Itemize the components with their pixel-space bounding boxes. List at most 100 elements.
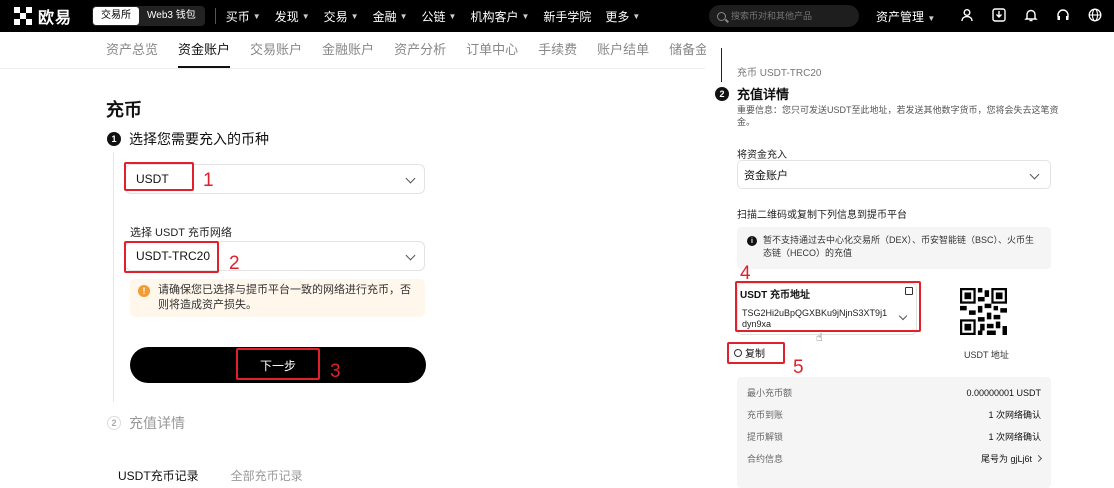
history-tabs: USDT充币记录 全部充币记录 bbox=[118, 467, 303, 484]
page-title: 充币 bbox=[106, 100, 142, 120]
nav-divider bbox=[214, 8, 216, 24]
account-tabs: 资产总览 资金账户 交易账户 金融账户 资产分析 订单中心 手续费 账户结单 储… bbox=[106, 32, 760, 68]
tab-asset-overview[interactable]: 资产总览 bbox=[106, 32, 158, 68]
tab-order-center[interactable]: 订单中心 bbox=[466, 32, 518, 68]
chevron-down-icon: ▼ bbox=[448, 11, 457, 21]
detail-value: 0.00000001 USDT bbox=[966, 387, 1041, 398]
assets-label: 资产管理 bbox=[876, 10, 925, 24]
annotation-number-1: 1 bbox=[203, 170, 214, 191]
contract-value: 尾号为 gjLj6t bbox=[980, 454, 1032, 464]
nav-item-buy[interactable]: 买币 ▼ bbox=[226, 8, 261, 25]
detail-key: 合约信息 bbox=[747, 454, 784, 464]
chevron-down-icon bbox=[405, 250, 416, 261]
chevron-down-icon: ▼ bbox=[301, 11, 310, 21]
annotation-box-4 bbox=[735, 281, 921, 332]
panel-subtitle: 充币 USDT-TRC20 bbox=[737, 68, 822, 79]
chevron-down-icon: ▼ bbox=[521, 11, 530, 21]
detail-value-link[interactable]: 尾号为 gjLj6t bbox=[980, 452, 1043, 465]
chevron-down-icon bbox=[405, 173, 416, 184]
mode-web3-wallet[interactable]: Web3 钱包 bbox=[139, 7, 204, 25]
unsupported-info: i 暂不支持通过去中心化交易所（DEX）、币安智能链（BSC）、火币生态链（HE… bbox=[737, 227, 1051, 269]
annotation-box-2 bbox=[124, 241, 219, 273]
step-2: 2 充值详情 bbox=[107, 413, 185, 433]
warning-icon: ! bbox=[138, 285, 150, 297]
panel-title: 充值详情 bbox=[737, 87, 790, 102]
pointer-cursor-icon: ☝ bbox=[816, 332, 823, 344]
detail-row: 提币解锁 1 次网络确认 bbox=[747, 430, 1041, 443]
globe-icon[interactable] bbox=[1086, 6, 1104, 24]
download-icon[interactable] bbox=[990, 6, 1008, 24]
network-label: 选择 USDT 充币网络 bbox=[130, 227, 232, 239]
scan-label: 扫描二维码或复制下列信息到提币平台 bbox=[737, 210, 907, 221]
headset-icon[interactable] bbox=[1054, 6, 1072, 24]
chevron-down-icon bbox=[1029, 169, 1040, 180]
nav-item-discover[interactable]: 发现 ▼ bbox=[275, 8, 310, 25]
qr-code-icon bbox=[960, 288, 1007, 335]
nav-label: 买币 bbox=[225, 9, 250, 24]
tab-usdt-history[interactable]: USDT充币记录 bbox=[118, 467, 199, 484]
nav-menu: 买币 ▼ 发现 ▼ 交易 ▼ 金融 ▼ 公链 ▼ 机构客户 ▼ 新手学院 更多 ▼ bbox=[226, 8, 641, 25]
step-number: 2 bbox=[715, 86, 729, 101]
nav-item-academy[interactable]: 新手学院 bbox=[543, 8, 591, 25]
tabs-divider bbox=[0, 68, 705, 69]
annotation-box-1 bbox=[124, 162, 194, 191]
search-input[interactable] bbox=[731, 11, 851, 21]
panel-step: 2 充值详情 bbox=[715, 84, 789, 103]
nav-item-more[interactable]: 更多 ▼ bbox=[605, 8, 640, 25]
bell-icon[interactable] bbox=[1022, 6, 1040, 24]
deposit-to-select[interactable]: 资金账户 bbox=[737, 160, 1051, 189]
detail-value: 1 次网络确认 bbox=[988, 410, 1041, 420]
nav-label: 金融 bbox=[372, 9, 397, 24]
nav-label: 发现 bbox=[274, 9, 299, 24]
logo-text: 欧易 bbox=[38, 10, 73, 27]
info-text: 暂不支持通过去中心化交易所（DEX）、币安智能链（BSC）、火币生态链（HECO… bbox=[763, 235, 1035, 258]
deposit-details: 最小充币额 0.00000001 USDT 充币到账 1 次网络确认 提币解锁 1 次… bbox=[737, 377, 1051, 488]
detail-value: 1 次网络确认 bbox=[988, 432, 1041, 442]
chevron-right-icon bbox=[1034, 454, 1043, 463]
search-box[interactable] bbox=[709, 5, 859, 27]
annotation-number-2: 2 bbox=[229, 253, 240, 274]
mode-exchange[interactable]: 交易所 bbox=[93, 7, 140, 25]
mode-switch[interactable]: 交易所 Web3 钱包 bbox=[92, 6, 205, 26]
nav-item-finance[interactable]: 金融 ▼ bbox=[373, 8, 408, 25]
detail-row: 充币到账 1 次网络确认 bbox=[747, 408, 1041, 421]
annotation-box-5 bbox=[727, 342, 785, 364]
important-note: 重要信息：您只可发送USDT至此地址，若发送其他数字货币，您将会失去这笔资金。 bbox=[737, 105, 1059, 127]
deposit-to-label: 将资金充入 bbox=[737, 150, 787, 161]
chevron-down-icon: ▼ bbox=[927, 14, 936, 23]
nav-item-institutional[interactable]: 机构客户 ▼ bbox=[470, 8, 529, 25]
info-icon: i bbox=[747, 236, 757, 246]
deposit-to-value: 资金账户 bbox=[744, 169, 788, 182]
chevron-down-icon: ▼ bbox=[252, 11, 261, 21]
detail-key: 提币解锁 bbox=[747, 432, 784, 442]
pointer-cursor-icon: ☝ bbox=[228, 366, 236, 380]
tab-statements[interactable]: 账户结单 bbox=[597, 32, 649, 68]
tab-trading-account[interactable]: 交易账户 bbox=[250, 32, 302, 68]
nav-item-trade[interactable]: 交易 ▼ bbox=[324, 8, 359, 25]
okx-logo-icon bbox=[14, 7, 32, 25]
tab-fees[interactable]: 手续费 bbox=[538, 32, 577, 68]
qr-label: USDT 地址 bbox=[964, 350, 1009, 360]
chevron-down-icon: ▼ bbox=[399, 11, 408, 21]
annotation-box-3 bbox=[236, 348, 320, 380]
top-icons bbox=[958, 6, 1104, 24]
tab-asset-analysis[interactable]: 资产分析 bbox=[394, 32, 446, 68]
tab-all-history[interactable]: 全部充币记录 bbox=[231, 467, 303, 484]
nav-label: 机构客户 bbox=[470, 9, 519, 24]
chevron-down-icon: ▼ bbox=[632, 11, 641, 21]
detail-row[interactable]: 合约信息 尾号为 gjLj6t bbox=[747, 452, 1043, 465]
step-number: 1 bbox=[107, 132, 121, 146]
step-number: 2 bbox=[107, 416, 121, 430]
logo[interactable]: 欧易 bbox=[14, 4, 72, 28]
assets-menu[interactable]: 资产管理 ▼ bbox=[876, 8, 935, 25]
tab-finance-account[interactable]: 金融账户 bbox=[322, 32, 374, 68]
step-connector bbox=[721, 48, 722, 82]
nav-label: 公链 bbox=[421, 9, 446, 24]
nav-item-chain[interactable]: 公链 ▼ bbox=[422, 8, 457, 25]
user-icon[interactable] bbox=[958, 6, 976, 24]
nav-label: 交易 bbox=[323, 9, 348, 24]
tab-funding-account[interactable]: 资金账户 bbox=[178, 32, 231, 68]
step-connector bbox=[113, 152, 114, 402]
top-nav: 欧易 交易所 Web3 钱包 买币 ▼ 发现 ▼ 交易 ▼ 金融 ▼ 公链 ▼ 机构客户 ▼… bbox=[0, 0, 1114, 32]
step-title: 充值详情 bbox=[129, 415, 185, 431]
